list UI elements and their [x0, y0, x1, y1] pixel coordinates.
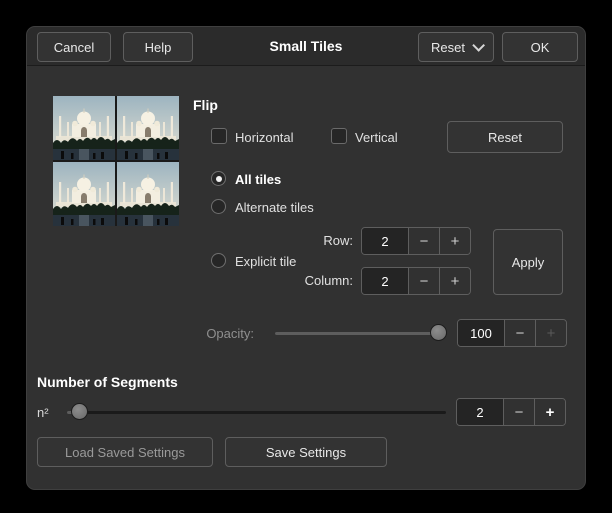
reset-dropdown-label: Reset	[431, 40, 465, 55]
vertical-checkbox[interactable]	[331, 128, 347, 144]
explicit-tile-radio[interactable]	[211, 253, 226, 268]
explicit-tile-label: Explicit tile	[235, 254, 296, 269]
opacity-input[interactable]: 100	[458, 320, 504, 346]
segments-heading: Number of Segments	[37, 374, 178, 390]
alternate-tiles-radio[interactable]	[211, 199, 226, 214]
all-tiles-radio[interactable]	[211, 171, 226, 186]
segments-increment-button[interactable]: +	[534, 399, 565, 425]
dialog-header: Cancel Help Small Tiles Reset OK	[27, 27, 585, 66]
alternate-tiles-label: Alternate tiles	[235, 200, 314, 215]
flip-heading: Flip	[193, 97, 218, 113]
column-decrement-button[interactable]: −	[408, 268, 439, 294]
column-increment-button[interactable]: +	[439, 268, 470, 294]
segments-spinner: 2 − +	[456, 398, 566, 426]
opacity-slider-fill	[275, 332, 435, 335]
row-label: Row:	[277, 233, 353, 248]
tile-image	[53, 162, 115, 226]
row-spinner: 2 − +	[361, 227, 471, 255]
help-button[interactable]: Help	[123, 32, 193, 62]
all-tiles-label: All tiles	[235, 172, 281, 187]
opacity-slider-handle[interactable]	[430, 324, 447, 341]
horizontal-checkbox[interactable]	[211, 128, 227, 144]
apply-button[interactable]: Apply	[493, 229, 563, 295]
cancel-button[interactable]: Cancel	[37, 32, 111, 62]
reset-dropdown-button[interactable]: Reset	[418, 32, 494, 62]
tile-image	[117, 96, 179, 160]
preview-image	[53, 96, 179, 226]
horizontal-label: Horizontal	[235, 130, 294, 145]
row-increment-button[interactable]: +	[439, 228, 470, 254]
tile-image	[53, 96, 115, 160]
ok-button[interactable]: OK	[502, 32, 578, 62]
opacity-increment-button: +	[535, 320, 566, 346]
flip-reset-button[interactable]: Reset	[447, 121, 563, 153]
segments-input[interactable]: 2	[457, 399, 503, 425]
row-input[interactable]: 2	[362, 228, 408, 254]
column-input[interactable]: 2	[362, 268, 408, 294]
save-settings-button[interactable]: Save Settings	[225, 437, 387, 467]
segments-slider-track	[67, 411, 446, 414]
opacity-slider[interactable]	[275, 319, 447, 347]
opacity-spinner: 100 − +	[457, 319, 567, 347]
small-tiles-dialog: Cancel Help Small Tiles Reset OK Flip Ho…	[26, 26, 586, 490]
load-settings-button[interactable]: Load Saved Settings	[37, 437, 213, 467]
column-spinner: 2 − +	[361, 267, 471, 295]
opacity-decrement-button[interactable]: −	[504, 320, 535, 346]
segments-slider[interactable]	[67, 398, 446, 426]
opacity-label: Opacity:	[147, 326, 254, 341]
segments-slider-handle[interactable]	[71, 403, 88, 420]
chevron-down-icon	[472, 39, 485, 52]
segments-decrement-button[interactable]: −	[503, 399, 534, 425]
dialog-title: Small Tiles	[270, 38, 343, 54]
column-label: Column:	[277, 273, 353, 288]
tile-image	[117, 162, 179, 226]
vertical-label: Vertical	[355, 130, 398, 145]
row-decrement-button[interactable]: −	[408, 228, 439, 254]
n-squared-label: n²	[37, 405, 49, 420]
